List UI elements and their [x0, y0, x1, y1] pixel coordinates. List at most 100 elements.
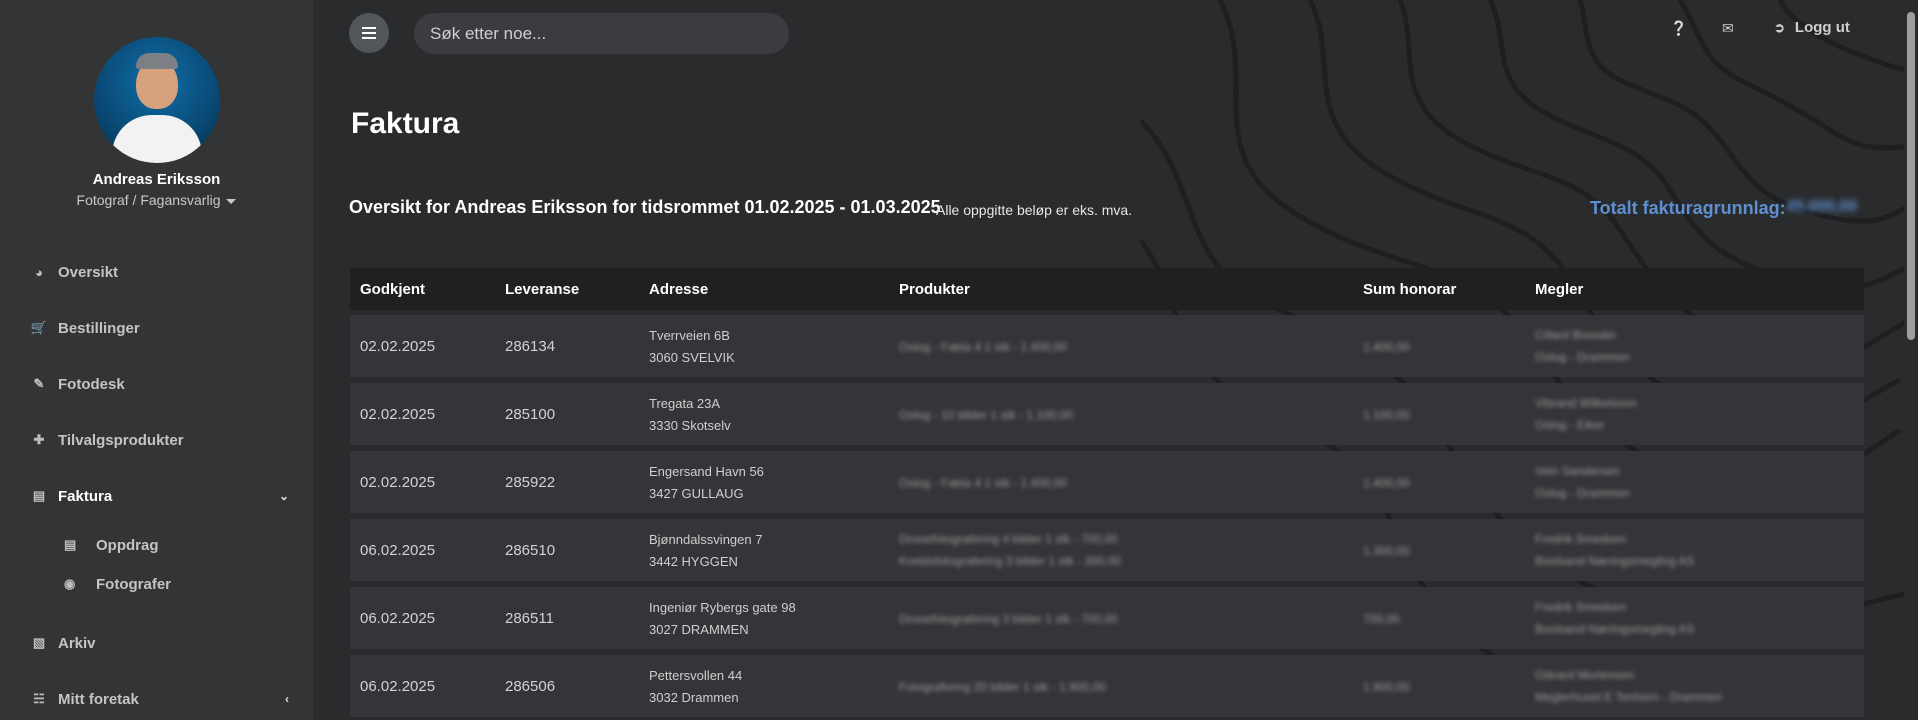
broker-office: Meglerhuset E Tenhorn - Drammen [1535, 690, 1723, 704]
user-role-label: Fotograf / Fagansvarlig [76, 192, 221, 208]
table-row[interactable]: 06.02.2025 286506 Pettersvollen 44 3032 … [350, 655, 1864, 717]
credit-card-icon: ▤ [32, 488, 46, 503]
column-header[interactable]: Produkter [899, 281, 970, 298]
broker-office: Oslog - Drammen [1535, 350, 1630, 364]
table-row[interactable]: 06.02.2025 286511 Ingeniør Rybergs gate … [350, 587, 1864, 649]
address-city: 3427 GULLAUG [649, 486, 744, 501]
address-city: 3032 Drammen [649, 690, 739, 705]
page-title: Faktura [351, 107, 460, 140]
address-street: Pettersvollen 44 [649, 668, 743, 683]
sidebar-item-label: Arkiv [58, 634, 96, 652]
sidebar-item-fotodesk[interactable]: ✎ Fotodesk [0, 364, 313, 404]
address-city: 3060 SVELVIK [649, 350, 735, 365]
chevron-down-icon: ⌄ [278, 489, 289, 503]
search-input[interactable] [414, 13, 789, 54]
broker-office: Oslog - Eiker [1535, 418, 1605, 432]
product-line: Fotografering 20 bilder 1 stk - 1.900,00 [899, 680, 1106, 694]
sum-fee: 700,00 [1363, 612, 1400, 626]
menu-toggle-button[interactable] [349, 13, 389, 53]
delivery-number: 286510 [505, 542, 556, 559]
scrollbar-thumb[interactable] [1907, 12, 1915, 340]
user-role-dropdown[interactable]: Fotograf / Fagansvarlig [0, 192, 313, 208]
table-row[interactable]: 02.02.2025 285922 Engersand Havn 56 3427… [350, 451, 1864, 513]
sidebar-subitem-label: Fotografer [96, 575, 171, 593]
product-line: Oslog - Fakta 4 1 stk - 1.400,00 [899, 476, 1068, 490]
sidebar-item-oversikt[interactable]: ◕ Oversikt [0, 252, 313, 292]
table-row[interactable]: 06.02.2025 286510 Bjønndalssvingen 7 344… [350, 519, 1864, 581]
address-street: Tverrveien 6B [649, 328, 730, 343]
sidebar-item-label: Faktura [58, 487, 113, 505]
total-label: Totalt fakturagrunnlag: [1590, 198, 1786, 218]
delivery-number: 285922 [505, 474, 556, 491]
app-window: Andreas Eriksson Fotograf / Fagansvarlig… [0, 0, 1918, 720]
avatar[interactable] [94, 37, 220, 163]
mail-icon[interactable]: ✉ [1722, 20, 1734, 37]
sidebar-item-bestillinger[interactable]: 🛒 Bestillinger [0, 308, 313, 348]
archive-icon: ▧ [32, 635, 46, 650]
sidebar-item-mitt-foretak[interactable]: ☵ Mitt foretak ‹ [0, 679, 313, 719]
broker-office: Oslog - Drammen [1535, 486, 1630, 500]
sitemap-icon: ☵ [33, 691, 45, 706]
table-row[interactable]: 02.02.2025 285100 Tregata 23A 3330 Skots… [350, 383, 1864, 445]
invoice-table: Godkjent Leveranse Adresse Produkter Sum… [350, 268, 1864, 717]
approved-date: 06.02.2025 [360, 542, 436, 559]
approved-date: 06.02.2025 [360, 610, 436, 627]
sidebar-item-faktura[interactable]: ▤ Faktura ⌄ [0, 476, 313, 516]
sum-fee: 1.900,00 [1363, 680, 1410, 694]
address-city: 3330 Skotselv [649, 418, 731, 433]
column-header[interactable]: Megler [1535, 281, 1583, 298]
sidebar-subitem-fotografer[interactable]: ◉ Fotografer [0, 566, 313, 602]
sum-fee: 1.300,00 [1363, 544, 1410, 558]
approved-date: 06.02.2025 [360, 678, 436, 695]
delivery-number: 286511 [505, 610, 554, 627]
table-header: Godkjent Leveranse Adresse Produkter Sum… [350, 268, 1864, 310]
chevron-left-icon: ‹ [285, 692, 289, 706]
broker-name: Fredrik Smedsen [1535, 532, 1627, 546]
caret-down-icon [226, 198, 237, 204]
help-icon[interactable]: ❔ [1670, 20, 1687, 37]
delivery-number: 286506 [505, 678, 556, 695]
approved-date: 02.02.2025 [360, 474, 436, 491]
sum-fee: 1.400,00 [1363, 476, 1410, 490]
broker-name: Vein Sandersen [1535, 464, 1620, 478]
scrollbar[interactable] [1904, 0, 1918, 720]
broker-name: Cillard Bressler [1535, 328, 1617, 342]
broker-office: Boolsand Næringsmegling AS [1535, 622, 1695, 636]
column-header[interactable]: Leveranse [505, 281, 579, 298]
sidebar-item-label: Oversikt [58, 263, 119, 281]
user-name: Andreas Eriksson [92, 171, 221, 188]
broker-name: Vibrand Wilkelsson [1535, 396, 1637, 410]
logout-label: Logg ut [1794, 19, 1850, 36]
sidebar-item-label: Fotodesk [58, 375, 125, 393]
sidebar: Andreas Eriksson Fotograf / Fagansvarlig… [0, 0, 313, 720]
sidebar-item-arkiv[interactable]: ▧ Arkiv [0, 623, 313, 663]
broker-name: Fredrik Smedsen [1535, 600, 1627, 614]
sidebar-subitem-label: Oppdrag [96, 536, 159, 554]
broker-name: Odvard Mortensen [1535, 668, 1635, 682]
address-city: 3442 HYGGEN [649, 554, 738, 569]
credit-card-icon: ▤ [64, 537, 77, 552]
address-city: 3027 DRAMMEN [649, 622, 749, 637]
camera-icon: ◉ [64, 576, 76, 591]
address-street: Bjønndalssvingen 7 [649, 532, 763, 547]
overview-heading: Oversikt for Andreas Eriksson for tidsro… [349, 197, 941, 217]
sidebar-item-label: Mitt foretak [58, 690, 139, 708]
column-header[interactable]: Adresse [649, 281, 708, 298]
sidebar-subitem-oppdrag[interactable]: ▤ Oppdrag [0, 527, 313, 563]
column-header[interactable]: Sum honorar [1363, 281, 1456, 298]
product-line: Kveldsfotografering 3 bilder 1 stk - 300… [899, 554, 1122, 568]
cart-icon: 🛒 [30, 320, 48, 335]
sum-fee: 1.100,00 [1363, 408, 1410, 422]
product-line: Oslog - 10 bilder 1 stk - 1.100,00 [899, 408, 1074, 422]
approved-date: 02.02.2025 [360, 338, 436, 355]
sum-fee: 1.400,00 [1363, 340, 1410, 354]
product-line: Dronefotografering 3 bilder 1 stk - 700,… [899, 612, 1118, 626]
column-header[interactable]: Godkjent [360, 281, 425, 298]
logout-button[interactable]: ➲ Logg ut [1774, 19, 1850, 36]
sidebar-item-label: Tilvalgsprodukter [58, 431, 184, 449]
sidebar-item-tilvalgsprodukter[interactable]: ✚ Tilvalgsprodukter [0, 420, 313, 460]
table-row[interactable]: 02.02.2025 286134 Tverrveien 6B 3060 SVE… [350, 315, 1864, 377]
product-line: Dronefotografering 4 bilder 1 stk - 700,… [899, 532, 1118, 546]
logout-icon: ➲ [1774, 19, 1785, 35]
address-street: Tregata 23A [649, 396, 721, 411]
